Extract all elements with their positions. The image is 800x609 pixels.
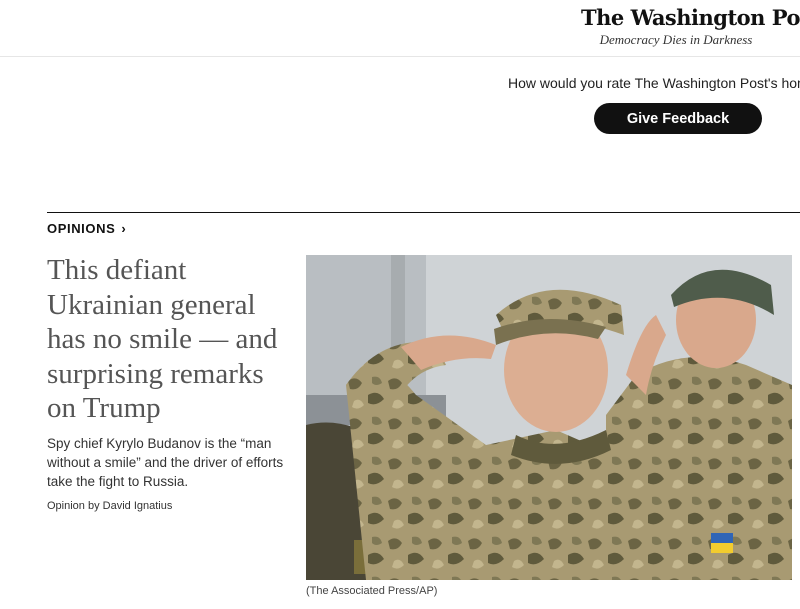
article-byline[interactable]: Opinion by David Ignatius [47, 500, 172, 512]
article-summary: Spy chief Kyrylo Budanov is the “man wit… [47, 436, 284, 489]
feedback-prompt: How would you rate The Washington Post's… [508, 75, 800, 91]
chevron-right-icon: › [121, 221, 127, 236]
top-bar: The Washington Post Democracy Dies in Da… [0, 0, 800, 57]
article-photo[interactable]: Ψ [306, 255, 792, 580]
give-feedback-button[interactable]: Give Feedback [594, 103, 762, 134]
logo-wordmark: The Washington Post [581, 5, 800, 30]
photo-caption: (The Associated Press/AP) [306, 585, 438, 597]
logo-tagline: Democracy Dies in Darkness [599, 32, 753, 47]
site-logo[interactable]: The Washington Post Democracy Dies in Da… [581, 5, 800, 48]
soldiers-saluting-illustration: Ψ [306, 255, 792, 580]
section-divider [47, 212, 800, 213]
section-link-opinions[interactable]: OPINIONS › [47, 221, 126, 236]
section-label: OPINIONS [47, 221, 116, 236]
article-headline[interactable]: This defiant Ukrainian general has no sm… [47, 253, 297, 426]
